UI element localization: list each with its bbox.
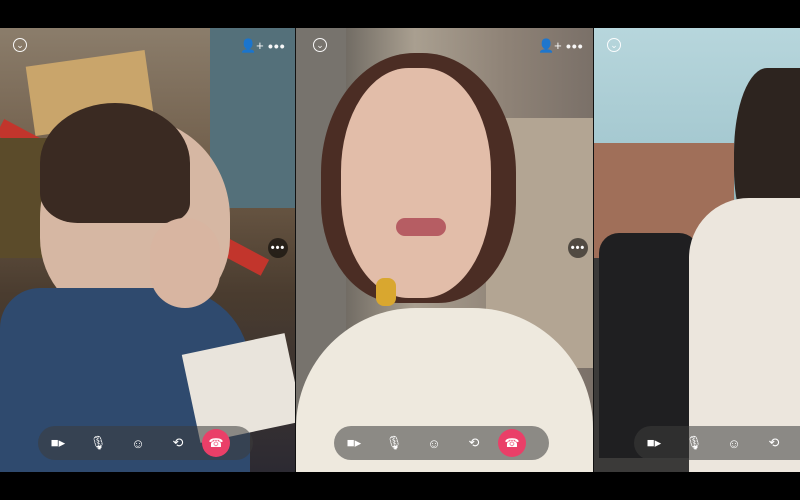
more-icon[interactable]: ••• [268, 38, 286, 54]
chevron-down-icon[interactable]: ⌄ [313, 38, 327, 52]
more-icon[interactable]: ••• [568, 238, 588, 258]
microphone-icon[interactable]: 🎙 [674, 426, 714, 460]
video-feed [594, 28, 800, 472]
flip-camera-icon[interactable]: ⟲ [754, 426, 794, 460]
chevron-down-icon[interactable]: ⌄ [13, 38, 27, 52]
end-call-icon[interactable]: ☎ [202, 429, 230, 457]
flip-camera-icon[interactable]: ⟲ [454, 426, 494, 460]
add-person-icon[interactable]: 👤+ [538, 38, 562, 54]
call-controls-bar: ■▸ 🎙 ☺ ⟲ ☎ [334, 426, 549, 460]
video-call-stage: ⌄ 👤+ ••• ••• ■▸ 🎙 ☺ ⟲ ☎ ⌄ 👤+ ••• ••• ■▸ [0, 28, 800, 472]
video-feed [296, 28, 593, 472]
face-effects-icon[interactable]: ☺ [118, 426, 158, 460]
participant-video-1[interactable]: ⌄ 👤+ ••• ••• ■▸ 🎙 ☺ ⟲ ☎ [0, 28, 295, 472]
call-controls-bar: ■▸ 🎙 ☺ ⟲ ☎ [38, 426, 253, 460]
participant-video-3[interactable]: ⌄ ■▸ 🎙 ☺ ⟲ [594, 28, 800, 472]
microphone-icon[interactable]: 🎙 [374, 426, 414, 460]
video-camera-icon[interactable]: ■▸ [334, 426, 374, 460]
video-feed [0, 28, 295, 472]
chevron-down-icon[interactable]: ⌄ [607, 38, 621, 52]
call-controls-bar: ■▸ 🎙 ☺ ⟲ [634, 426, 800, 460]
add-person-icon[interactable]: 👤+ [240, 38, 264, 54]
video-camera-icon[interactable]: ■▸ [634, 426, 674, 460]
face-effects-icon[interactable]: ☺ [414, 426, 454, 460]
face-effects-icon[interactable]: ☺ [714, 426, 754, 460]
end-call-icon[interactable]: ☎ [498, 429, 526, 457]
flip-camera-icon[interactable]: ⟲ [158, 426, 198, 460]
microphone-icon[interactable]: 🎙 [78, 426, 118, 460]
participant-video-2[interactable]: ⌄ 👤+ ••• ••• ■▸ 🎙 ☺ ⟲ ☎ [296, 28, 593, 472]
more-icon[interactable]: ••• [268, 238, 288, 258]
more-icon[interactable]: ••• [566, 38, 584, 54]
video-camera-icon[interactable]: ■▸ [38, 426, 78, 460]
